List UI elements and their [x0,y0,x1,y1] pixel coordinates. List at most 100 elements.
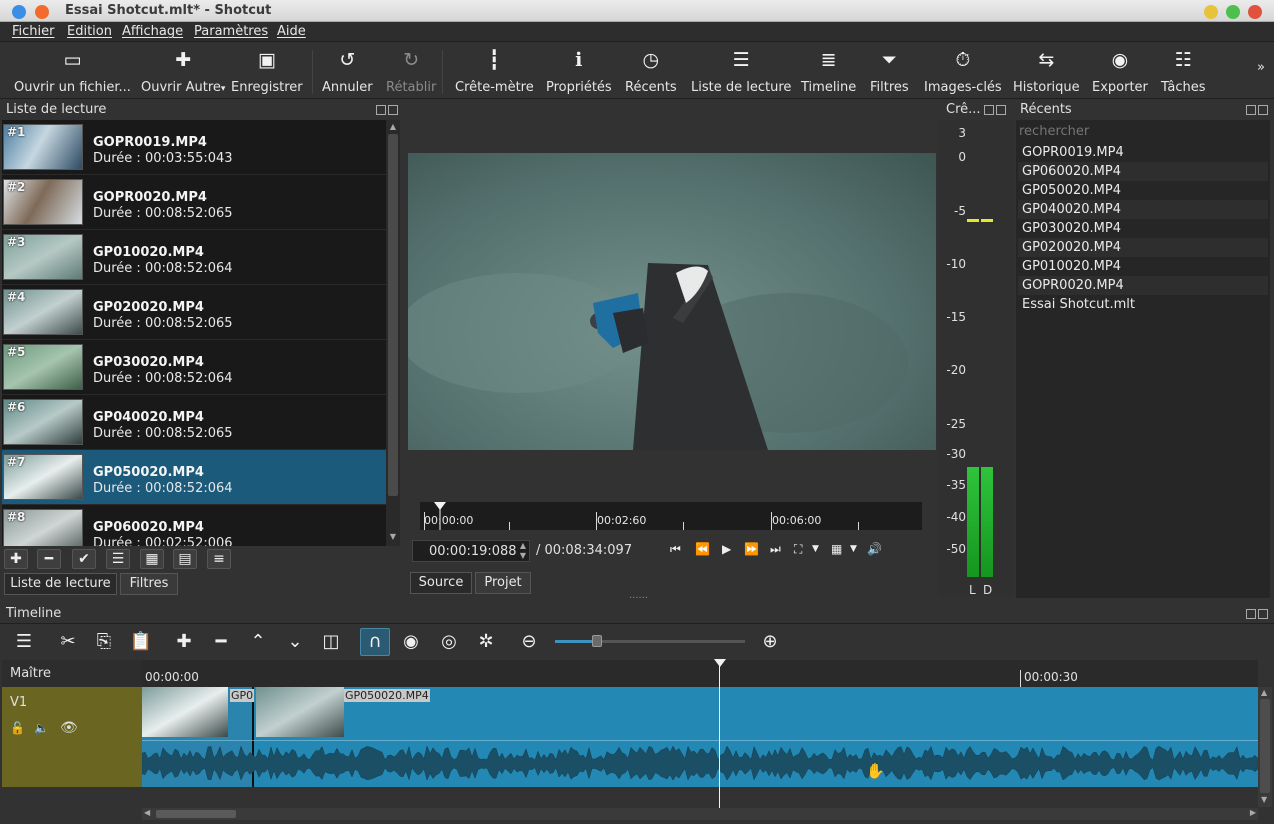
minimize-button[interactable] [1204,5,1218,19]
recent-button[interactable]: ◷ Récents [625,48,677,95]
timeline-menu-icon[interactable]: ☰ [12,631,36,653]
export-button[interactable]: ◉ Exporter [1092,48,1148,95]
list-item[interactable]: #5 GP030020.MP4 Durée : 00:08:52:064 [2,340,386,395]
close-button[interactable] [1248,5,1262,19]
ripple-icon[interactable]: ◎ [437,631,461,653]
search-input[interactable] [1016,120,1270,142]
list-item[interactable]: #3 GP010020.MP4 Durée : 00:08:52:064 [2,230,386,285]
volume-icon[interactable]: 🔊 [867,542,882,556]
details-view-button[interactable]: ☰ [106,549,130,569]
properties-button[interactable]: ℹ Propriétés [546,48,612,95]
timecode-spinner[interactable]: ▲ ▼ [520,541,526,561]
snap-icon[interactable]: ∩ [360,628,390,656]
tab-filters[interactable]: Filtres [120,573,178,595]
mute-icon[interactable]: 🔈 [34,721,49,735]
peak-meter-button[interactable]: ┇ Crête-mètre [455,48,534,95]
minimize-window-button[interactable] [35,5,49,19]
append-icon[interactable]: ✚ [172,631,196,653]
grid-dropdown-icon[interactable]: ▼ [850,544,857,554]
tab-source[interactable]: Source [410,572,472,594]
master-track-header[interactable]: Maître [2,660,142,687]
zoom-out-icon[interactable]: ⊖ [517,631,541,653]
meter-dock-buttons[interactable] [982,104,1008,116]
add-button[interactable]: ✚ [4,549,28,569]
menu-parametres[interactable]: Paramètres [194,24,268,39]
tab-project[interactable]: Projet [475,572,531,594]
toolbar-overflow-button[interactable]: » [1257,60,1265,75]
close-window-button[interactable] [12,5,26,19]
timecode-input[interactable]: 00:00:19:088 ▲ ▼ [412,540,530,562]
list-item[interactable]: Essai Shotcut.mlt [1018,295,1268,314]
eye-icon[interactable]: 👁 [60,720,78,736]
list-item[interactable]: #8 GP060020.MP4 Durée : 00:02:52:006 [2,505,386,546]
playhead-marker[interactable] [714,659,726,667]
history-button[interactable]: ⇆ Historique [1013,48,1080,95]
zoom-icon[interactable]: ⛶ [794,542,802,557]
scrub-icon[interactable]: ◉ [399,631,423,653]
save-button[interactable]: ▣ Enregistrer [231,48,303,95]
playlist-list[interactable]: #1 GOPR0019.MP4 Durée : 00:03:55:043 #2 GOP… [2,120,386,546]
list-item[interactable]: GP040020.MP4 [1018,200,1268,219]
jobs-button[interactable]: ☷ Tâches [1161,48,1206,95]
menu-aide[interactable]: Aide [277,24,306,39]
playhead[interactable] [719,660,720,808]
play-icon[interactable]: ▶ [722,542,731,556]
zoom-slider[interactable] [555,635,745,647]
playlist-dock-buttons[interactable] [374,104,400,116]
lock-icon[interactable]: 🔓 [10,721,25,735]
paste-icon[interactable]: 📋 [129,631,153,653]
playlist-menu-button[interactable]: ≡ [207,549,231,569]
remove-button[interactable]: ━ [37,549,61,569]
list-item[interactable]: GOPR0020.MP4 [1018,276,1268,295]
maximize-button[interactable] [1226,5,1240,19]
open-file-button[interactable]: ▭ Ouvrir un fichier... [14,48,131,95]
timeline-horizontal-scrollbar[interactable]: ◀ ▶ [142,808,1258,820]
split-icon[interactable]: ◫ [319,631,343,653]
remove-icon[interactable]: ━ [209,631,233,653]
player-scrubber[interactable]: 00:00:00 00:02:60 00:06:00 [420,502,922,530]
tab-playlist[interactable]: Liste de lecture [4,573,117,595]
list-item[interactable]: #4 GP020020.MP4 Durée : 00:08:52:065 [2,285,386,340]
overwrite-icon[interactable]: ⌄ [283,631,307,653]
grid-icon[interactable]: ▦ [831,542,842,556]
list-item[interactable]: #6 GP040020.MP4 Durée : 00:08:52:065 [2,395,386,450]
undo-button[interactable]: ↺ Annuler [322,48,373,95]
menu-edition[interactable]: Edition [67,24,112,39]
timeline-vertical-scrollbar[interactable]: ▲ ▼ [1258,687,1272,807]
update-button[interactable]: ✔ [72,549,96,569]
ripple-all-icon[interactable]: ✲ [474,631,498,653]
recent-dock-buttons[interactable] [1244,104,1270,116]
icons-view-button[interactable]: ▤ [173,549,197,569]
video-preview[interactable] [408,153,936,450]
zoom-in-icon[interactable]: ⊕ [758,631,782,653]
zoom-slider-handle[interactable] [592,635,602,647]
redo-button[interactable]: ↻ Rétablir [386,48,436,95]
list-item[interactable]: GP010020.MP4 [1018,257,1268,276]
tiles-view-button[interactable]: ▦ [140,549,164,569]
cut-icon[interactable]: ✂ [56,631,80,653]
lift-icon[interactable]: ⌃ [246,631,270,653]
list-item[interactable]: GP020020.MP4 [1018,238,1268,257]
timeline-button[interactable]: ≣ Timeline [801,48,856,95]
timeline-ruler[interactable]: 00:00:00 00:00:30 [142,660,1258,687]
track-header-v1[interactable]: V1 🔓 🔈 👁 [2,687,142,787]
fast-forward-icon[interactable]: ⏩ [744,542,759,556]
open-other-button[interactable]: ✚ Ouvrir Autre▾ [141,48,225,95]
copy-icon[interactable]: ⎘ [92,631,116,653]
menu-fichier[interactable]: Fichier [12,24,55,39]
timeline-track-v1[interactable]: GP0 GP050020.MP4 [142,687,1258,787]
list-item[interactable]: GP030020.MP4 [1018,219,1268,238]
menu-affichage[interactable]: Affichage [122,24,183,39]
splitter-handle[interactable]: ...... [629,590,648,601]
skip-previous-icon[interactable]: ⏮ [670,542,681,557]
keyframes-button[interactable]: ⏱ Images-clés [924,48,1002,95]
list-item[interactable]: #2 GOPR0020.MP4 Durée : 00:08:52:065 [2,175,386,230]
zoom-dropdown-icon[interactable]: ▼ [812,544,819,554]
list-item[interactable]: GP060020.MP4 [1018,162,1268,181]
list-item[interactable]: GP050020.MP4 [1018,181,1268,200]
rewind-icon[interactable]: ⏪ [695,542,710,556]
timeline-dock-buttons[interactable] [1244,608,1270,620]
filters-button[interactable]: ⏷ Filtres [870,48,909,95]
playlist-scrollbar[interactable]: ▲ ▼ [386,120,400,546]
list-item[interactable]: #7 GP050020.MP4 Durée : 00:08:52:064 [2,450,386,505]
